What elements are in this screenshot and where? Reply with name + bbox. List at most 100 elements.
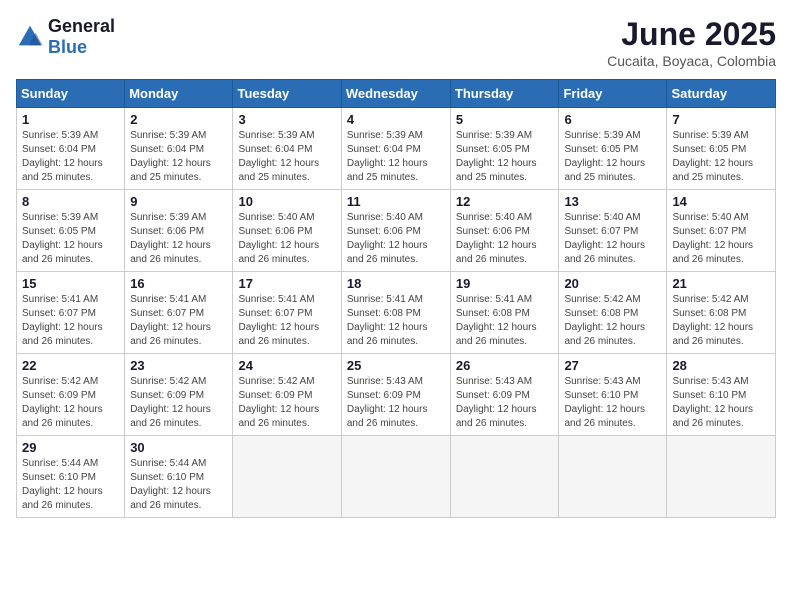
day-info: Sunrise: 5:42 AMSunset: 6:08 PMDaylight:…: [672, 294, 753, 347]
day-number: 15: [22, 276, 119, 291]
day-info: Sunrise: 5:43 AMSunset: 6:09 PMDaylight:…: [347, 376, 428, 429]
day-number: 5: [456, 112, 554, 127]
day-number: 25: [347, 358, 445, 373]
day-info: Sunrise: 5:42 AMSunset: 6:09 PMDaylight:…: [22, 376, 103, 429]
day-number: 10: [238, 194, 335, 209]
day-number: 18: [347, 276, 445, 291]
day-cell-11: 11 Sunrise: 5:40 AMSunset: 6:06 PMDaylig…: [341, 190, 450, 272]
weekday-header-tuesday: Tuesday: [233, 80, 341, 108]
day-info: Sunrise: 5:40 AMSunset: 6:06 PMDaylight:…: [456, 212, 537, 265]
weekday-header-thursday: Thursday: [450, 80, 559, 108]
empty-cell: [341, 436, 450, 518]
day-number: 12: [456, 194, 554, 209]
day-number: 2: [130, 112, 227, 127]
day-cell-10: 10 Sunrise: 5:40 AMSunset: 6:06 PMDaylig…: [233, 190, 341, 272]
day-info: Sunrise: 5:41 AMSunset: 6:08 PMDaylight:…: [456, 294, 537, 347]
day-number: 16: [130, 276, 227, 291]
week-row-2: 8 Sunrise: 5:39 AMSunset: 6:05 PMDayligh…: [17, 190, 776, 272]
day-number: 4: [347, 112, 445, 127]
weekday-header-saturday: Saturday: [667, 80, 776, 108]
day-info: Sunrise: 5:39 AMSunset: 6:04 PMDaylight:…: [238, 130, 319, 183]
day-number: 20: [564, 276, 661, 291]
day-info: Sunrise: 5:39 AMSunset: 6:05 PMDaylight:…: [22, 212, 103, 265]
day-cell-13: 13 Sunrise: 5:40 AMSunset: 6:07 PMDaylig…: [559, 190, 667, 272]
day-cell-3: 3 Sunrise: 5:39 AMSunset: 6:04 PMDayligh…: [233, 108, 341, 190]
day-number: 3: [238, 112, 335, 127]
weekday-header-friday: Friday: [559, 80, 667, 108]
day-cell-28: 28 Sunrise: 5:43 AMSunset: 6:10 PMDaylig…: [667, 354, 776, 436]
day-info: Sunrise: 5:43 AMSunset: 6:09 PMDaylight:…: [456, 376, 537, 429]
day-info: Sunrise: 5:41 AMSunset: 6:07 PMDaylight:…: [22, 294, 103, 347]
day-number: 23: [130, 358, 227, 373]
day-cell-1: 1 Sunrise: 5:39 AMSunset: 6:04 PMDayligh…: [17, 108, 125, 190]
day-info: Sunrise: 5:41 AMSunset: 6:08 PMDaylight:…: [347, 294, 428, 347]
location-title: Cucaita, Boyaca, Colombia: [607, 53, 776, 69]
day-cell-29: 29 Sunrise: 5:44 AMSunset: 6:10 PMDaylig…: [17, 436, 125, 518]
day-cell-24: 24 Sunrise: 5:42 AMSunset: 6:09 PMDaylig…: [233, 354, 341, 436]
month-title: June 2025: [607, 16, 776, 53]
day-number: 21: [672, 276, 770, 291]
day-info: Sunrise: 5:44 AMSunset: 6:10 PMDaylight:…: [22, 458, 103, 511]
day-number: 27: [564, 358, 661, 373]
day-info: Sunrise: 5:40 AMSunset: 6:07 PMDaylight:…: [672, 212, 753, 265]
day-info: Sunrise: 5:43 AMSunset: 6:10 PMDaylight:…: [672, 376, 753, 429]
day-cell-21: 21 Sunrise: 5:42 AMSunset: 6:08 PMDaylig…: [667, 272, 776, 354]
day-number: 8: [22, 194, 119, 209]
day-number: 7: [672, 112, 770, 127]
calendar-table: SundayMondayTuesdayWednesdayThursdayFrid…: [16, 79, 776, 518]
day-number: 6: [564, 112, 661, 127]
day-number: 28: [672, 358, 770, 373]
empty-cell: [450, 436, 559, 518]
day-cell-14: 14 Sunrise: 5:40 AMSunset: 6:07 PMDaylig…: [667, 190, 776, 272]
day-info: Sunrise: 5:39 AMSunset: 6:05 PMDaylight:…: [672, 130, 753, 183]
day-info: Sunrise: 5:40 AMSunset: 6:06 PMDaylight:…: [238, 212, 319, 265]
day-cell-18: 18 Sunrise: 5:41 AMSunset: 6:08 PMDaylig…: [341, 272, 450, 354]
day-info: Sunrise: 5:39 AMSunset: 6:04 PMDaylight:…: [130, 130, 211, 183]
day-cell-4: 4 Sunrise: 5:39 AMSunset: 6:04 PMDayligh…: [341, 108, 450, 190]
day-info: Sunrise: 5:44 AMSunset: 6:10 PMDaylight:…: [130, 458, 211, 511]
day-info: Sunrise: 5:39 AMSunset: 6:06 PMDaylight:…: [130, 212, 211, 265]
day-info: Sunrise: 5:41 AMSunset: 6:07 PMDaylight:…: [238, 294, 319, 347]
day-number: 24: [238, 358, 335, 373]
day-number: 22: [22, 358, 119, 373]
weekday-header-sunday: Sunday: [17, 80, 125, 108]
day-cell-17: 17 Sunrise: 5:41 AMSunset: 6:07 PMDaylig…: [233, 272, 341, 354]
day-number: 9: [130, 194, 227, 209]
week-row-5: 29 Sunrise: 5:44 AMSunset: 6:10 PMDaylig…: [17, 436, 776, 518]
day-cell-20: 20 Sunrise: 5:42 AMSunset: 6:08 PMDaylig…: [559, 272, 667, 354]
day-cell-23: 23 Sunrise: 5:42 AMSunset: 6:09 PMDaylig…: [125, 354, 233, 436]
weekday-header-monday: Monday: [125, 80, 233, 108]
day-cell-8: 8 Sunrise: 5:39 AMSunset: 6:05 PMDayligh…: [17, 190, 125, 272]
day-info: Sunrise: 5:39 AMSunset: 6:05 PMDaylight:…: [564, 130, 645, 183]
weekday-header-wednesday: Wednesday: [341, 80, 450, 108]
header: General Blue June 2025 Cucaita, Boyaca, …: [16, 16, 776, 69]
day-cell-30: 30 Sunrise: 5:44 AMSunset: 6:10 PMDaylig…: [125, 436, 233, 518]
week-row-4: 22 Sunrise: 5:42 AMSunset: 6:09 PMDaylig…: [17, 354, 776, 436]
week-row-3: 15 Sunrise: 5:41 AMSunset: 6:07 PMDaylig…: [17, 272, 776, 354]
day-number: 19: [456, 276, 554, 291]
day-number: 17: [238, 276, 335, 291]
day-cell-15: 15 Sunrise: 5:41 AMSunset: 6:07 PMDaylig…: [17, 272, 125, 354]
weekday-header-row: SundayMondayTuesdayWednesdayThursdayFrid…: [17, 80, 776, 108]
day-cell-6: 6 Sunrise: 5:39 AMSunset: 6:05 PMDayligh…: [559, 108, 667, 190]
title-area: June 2025 Cucaita, Boyaca, Colombia: [607, 16, 776, 69]
day-number: 14: [672, 194, 770, 209]
day-cell-2: 2 Sunrise: 5:39 AMSunset: 6:04 PMDayligh…: [125, 108, 233, 190]
day-cell-26: 26 Sunrise: 5:43 AMSunset: 6:09 PMDaylig…: [450, 354, 559, 436]
day-cell-9: 9 Sunrise: 5:39 AMSunset: 6:06 PMDayligh…: [125, 190, 233, 272]
day-info: Sunrise: 5:43 AMSunset: 6:10 PMDaylight:…: [564, 376, 645, 429]
day-cell-16: 16 Sunrise: 5:41 AMSunset: 6:07 PMDaylig…: [125, 272, 233, 354]
day-number: 11: [347, 194, 445, 209]
week-row-1: 1 Sunrise: 5:39 AMSunset: 6:04 PMDayligh…: [17, 108, 776, 190]
day-info: Sunrise: 5:42 AMSunset: 6:09 PMDaylight:…: [130, 376, 211, 429]
day-cell-22: 22 Sunrise: 5:42 AMSunset: 6:09 PMDaylig…: [17, 354, 125, 436]
empty-cell: [667, 436, 776, 518]
day-info: Sunrise: 5:42 AMSunset: 6:09 PMDaylight:…: [238, 376, 319, 429]
logo-icon: [16, 23, 44, 51]
day-cell-5: 5 Sunrise: 5:39 AMSunset: 6:05 PMDayligh…: [450, 108, 559, 190]
empty-cell: [559, 436, 667, 518]
day-info: Sunrise: 5:41 AMSunset: 6:07 PMDaylight:…: [130, 294, 211, 347]
day-cell-19: 19 Sunrise: 5:41 AMSunset: 6:08 PMDaylig…: [450, 272, 559, 354]
day-cell-27: 27 Sunrise: 5:43 AMSunset: 6:10 PMDaylig…: [559, 354, 667, 436]
logo-blue: Blue: [48, 37, 87, 57]
